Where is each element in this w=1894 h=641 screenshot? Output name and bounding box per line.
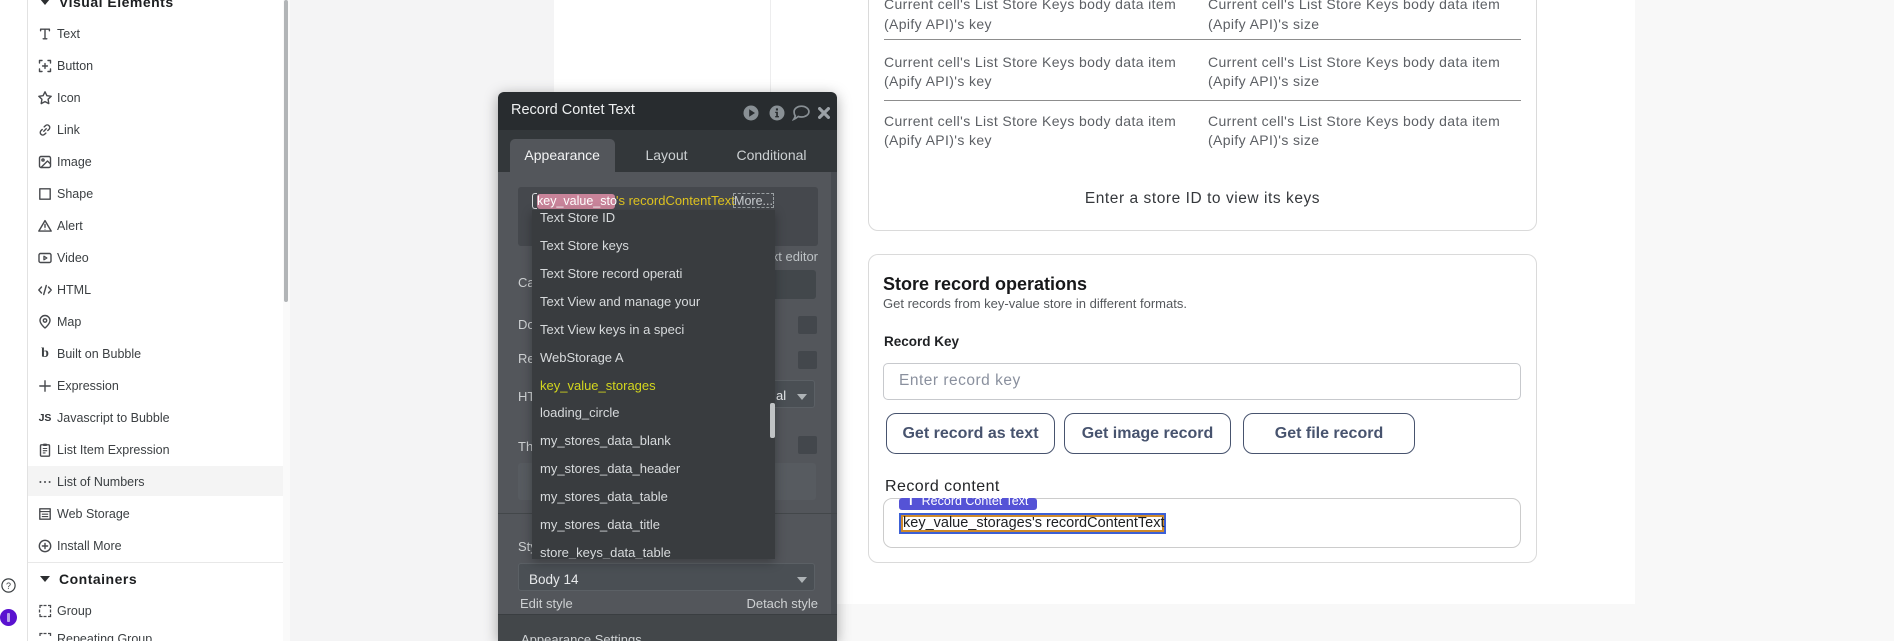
svg-text:?: ? (6, 581, 11, 591)
